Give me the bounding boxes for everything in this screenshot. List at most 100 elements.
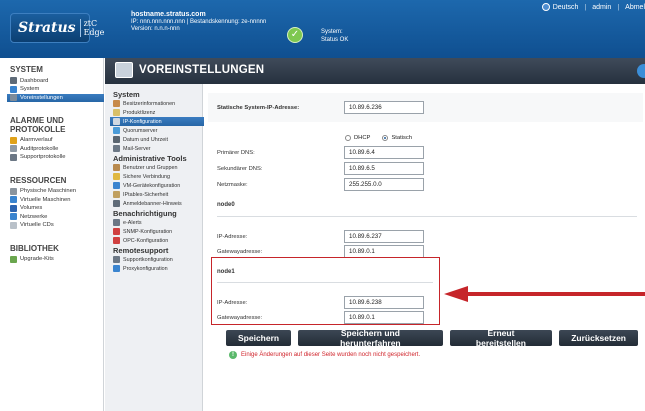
preferences-icon <box>10 94 17 102</box>
app-header: Stratus ztC Edge hostname.stratus.com IP… <box>0 0 645 58</box>
dashboard-icon <box>10 77 17 85</box>
leftnav-section-title: ALARME UND PROTOKOLLE <box>10 116 66 134</box>
volume-icon <box>10 204 17 212</box>
subnav-item-label: Besitzerinformationen <box>123 100 176 107</box>
redeploy-button[interactable]: Erneut bereitstellen <box>449 328 553 348</box>
help-icon[interactable] <box>637 64 645 78</box>
leftnav-item-netzwerke[interactable]: Netzwerke <box>7 213 104 222</box>
subnav-section-title: Remotesupport <box>113 246 169 255</box>
subnav-item-besitzerinformationen[interactable]: Besitzerinformationen <box>110 99 204 108</box>
ip-config-form: Statische System-IP-Adresse: 10.89.6.236… <box>203 84 645 411</box>
user-link[interactable]: admin <box>592 4 611 11</box>
leftnav-section-title: BIBLIOTHEK <box>10 243 59 253</box>
dhcp-radio[interactable]: DHCP <box>345 134 370 141</box>
hostname: hostname.stratus.com <box>131 11 206 18</box>
subnav-item-opc-konfiguration[interactable]: OPC-Konfiguration <box>110 236 204 245</box>
support-config-icon <box>113 256 120 263</box>
top-nav: Deutsch | admin | Abmel <box>541 3 645 11</box>
logout-link[interactable]: Abmel <box>625 4 645 11</box>
language-link[interactable]: Deutsch <box>553 4 579 11</box>
left-navigation: SYSTEM Dashboard System Voreinstellungen ALA… <box>0 58 104 411</box>
subnav-item-quorumserver[interactable]: Quorumserver <box>110 126 204 135</box>
leftnav-item-virtuelle-cds[interactable]: Virtuelle CDs <box>7 221 104 230</box>
clock-icon <box>113 136 120 143</box>
save-button[interactable]: Speichern <box>226 330 292 346</box>
subnav-item-benutzer-und-gruppen[interactable]: Benutzer und Gruppen <box>110 163 204 172</box>
subnav-item-supportkonfiguration[interactable]: Supportkonfiguration <box>110 255 204 264</box>
license-icon <box>113 109 120 116</box>
subnav-item-proxykonfiguration[interactable]: Proxykonfiguration <box>110 264 204 273</box>
primary-dns-input[interactable]: 10.89.6.4 <box>344 146 424 159</box>
ip-line: IP: nnn.nnn.nnn.nnn | Bestandskennung: z… <box>131 18 267 25</box>
network-icon <box>10 213 17 221</box>
subnav-item-label: Datum und Uhrzeit <box>123 136 168 143</box>
subnav-item-anmeldebanner-hinweis[interactable]: Anmeldebanner-Hinweis <box>110 199 204 208</box>
unsaved-warning: ! Einige Änderungen auf dieser Seite wur… <box>229 351 420 359</box>
subnav-item-label: IP-Konfiguration <box>123 118 162 125</box>
globe-icon <box>541 3 550 11</box>
subnav-item-ip-konfiguration[interactable]: IP-Konfiguration <box>110 117 204 126</box>
red-arrow-icon <box>444 286 645 302</box>
subnav-item-label: IPtables-Sicherheit <box>123 191 169 198</box>
primary-dns-label: Primärer DNS: <box>217 149 255 156</box>
leftnav-item-label: Auditprotokolle <box>20 145 59 152</box>
system-icon <box>10 85 17 93</box>
subnav-item-snmp-konfiguration[interactable]: SNMP-Konfiguration <box>110 227 204 236</box>
leftnav-item-upgrade-kits[interactable]: Upgrade-Kits <box>7 255 104 264</box>
support-log-icon <box>10 153 17 161</box>
iptables-icon <box>113 191 120 198</box>
subnav-item-iptables-sicherheit[interactable]: IPtables-Sicherheit <box>110 190 204 199</box>
secondary-dns-input[interactable]: 10.89.6.5 <box>344 162 424 175</box>
opc-icon <box>113 237 120 244</box>
subnav-item-e-alerts[interactable]: e-Alerts <box>110 218 204 227</box>
subnav-item-label: Produktlizenz <box>123 109 156 116</box>
subnav-item-vm-gerätekonfiguration[interactable]: VM-Gerätekonfiguration <box>110 181 204 190</box>
leftnav-item-alarmverlauf[interactable]: Alarmverlauf <box>7 136 104 145</box>
node0-ip-input[interactable]: 10.89.6.237 <box>344 230 424 243</box>
leftnav-item-label: Volumes <box>20 205 43 212</box>
page-title: VOREINSTELLUNGEN <box>139 64 265 76</box>
preferences-subnav: System Besitzerinformationen Produktlizenz… <box>105 84 204 411</box>
netmask-input[interactable]: 255.255.0.0 <box>344 178 424 191</box>
leftnav-section-title: SYSTEM <box>10 65 43 74</box>
node1-highlight-box <box>211 257 440 325</box>
leftnav-item-auditprotokolle[interactable]: Auditprotokolle <box>7 145 104 154</box>
divider <box>217 216 637 217</box>
separator: | <box>617 3 620 11</box>
subnav-item-label: e-Alerts <box>123 219 142 226</box>
leftnav-item-physische-maschinen[interactable]: Physische Maschinen <box>7 187 104 196</box>
owner-icon <box>113 100 120 107</box>
system-status: System: Status OK <box>321 29 348 44</box>
leftnav-item-voreinstellungen[interactable]: Voreinstellungen <box>7 93 104 102</box>
leftnav-item-dashboard[interactable]: Dashboard <box>7 77 104 86</box>
subnav-item-sichere-verbindung[interactable]: Sichere Verbindung <box>110 172 204 181</box>
subnav-section-title: System <box>113 90 140 99</box>
quorum-icon <box>113 127 120 134</box>
preferences-icon <box>115 62 133 78</box>
logo-main-text: Stratus <box>18 20 76 36</box>
leftnav-item-volumes[interactable]: Volumes <box>7 204 104 213</box>
status-label: System: <box>321 29 343 35</box>
leftnav-item-label: Virtuelle CDs <box>20 222 54 229</box>
leftnav-item-label: Supportprotokolle <box>20 154 66 161</box>
reset-button[interactable]: Zurücksetzen <box>559 330 638 346</box>
subnav-item-produktlizenz[interactable]: Produktlizenz <box>110 108 204 117</box>
banner-icon <box>113 200 120 207</box>
leftnav-item-label: Physische Maschinen <box>20 188 77 195</box>
leftnav-item-label: Upgrade-Kits <box>20 256 54 263</box>
physical-machine-icon <box>10 187 17 195</box>
leftnav-item-virtuelle-maschinen[interactable]: Virtuelle Maschinen <box>7 196 104 205</box>
cd-icon <box>10 221 17 229</box>
version: Version: n.n.n-nnn <box>131 26 180 32</box>
users-icon <box>113 164 120 171</box>
subnav-item-label: Anmeldebanner-Hinweis <box>123 200 182 207</box>
static-radio[interactable]: Statisch <box>382 134 412 141</box>
leftnav-item-supportprotokolle[interactable]: Supportprotokolle <box>7 153 104 162</box>
save-and-shutdown-button[interactable]: Speichern und herunterfahren <box>298 328 443 348</box>
node0-title: node0 <box>217 202 235 208</box>
static-ip-input[interactable]: 10.89.6.236 <box>344 101 424 114</box>
subnav-item-mail-server[interactable]: Mail-Server <box>110 144 204 153</box>
leftnav-item-label: Dashboard <box>20 77 49 84</box>
leftnav-item-system[interactable]: System <box>7 85 104 94</box>
subnav-item-datum-und-uhrzeit[interactable]: Datum und Uhrzeit <box>110 135 204 144</box>
